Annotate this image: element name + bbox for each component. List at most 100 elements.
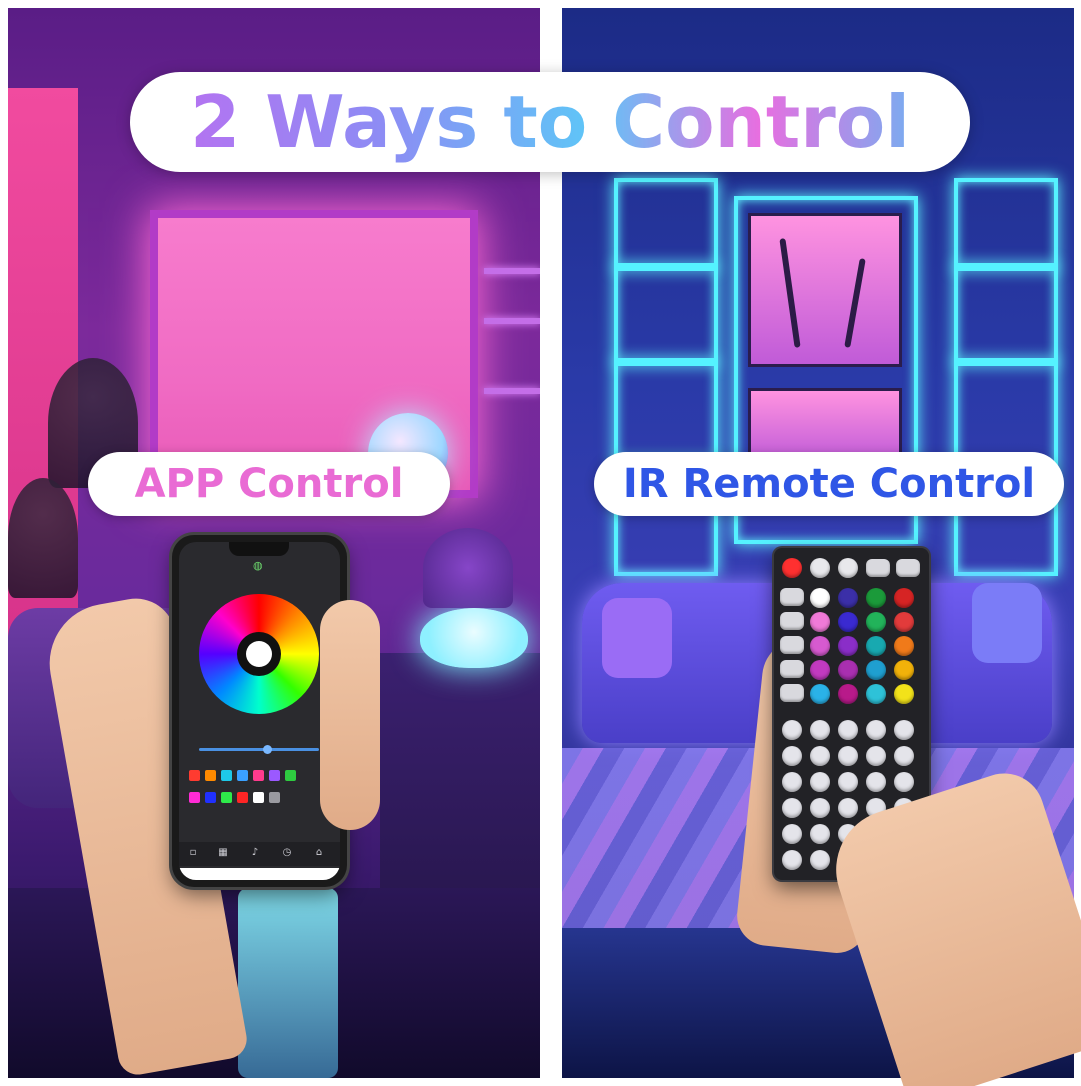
- mode-button[interactable]: [810, 850, 830, 870]
- lightbulb-icon: ◍: [253, 559, 263, 572]
- color-swatch[interactable]: [237, 792, 248, 803]
- remote-button[interactable]: [896, 559, 920, 577]
- home-icon[interactable]: ⌂: [313, 847, 325, 859]
- mode-button[interactable]: [782, 746, 802, 766]
- nav-icon[interactable]: ◷: [281, 847, 293, 859]
- color-button[interactable]: [894, 660, 914, 680]
- color-swatch[interactable]: [205, 770, 216, 781]
- remote-button[interactable]: [866, 559, 890, 577]
- ir-remote-control-label: IR Remote Control: [594, 452, 1064, 516]
- color-button[interactable]: [838, 636, 858, 656]
- color-swatch[interactable]: [253, 792, 264, 803]
- color-button[interactable]: [866, 636, 886, 656]
- mode-button[interactable]: [810, 746, 830, 766]
- color-swatch[interactable]: [205, 792, 216, 803]
- plant: [8, 478, 78, 598]
- page-title: 2 Ways to Control: [130, 72, 970, 172]
- color-button[interactable]: [838, 660, 858, 680]
- mode-button[interactable]: [838, 798, 858, 818]
- cushion: [602, 598, 672, 678]
- nav-icon[interactable]: ▦: [217, 847, 229, 859]
- app-bottom-nav: ▫ ▦ ♪ ◷ ⌂: [179, 842, 340, 866]
- palm-art-print: [748, 213, 902, 367]
- slider-knob[interactable]: [263, 745, 272, 754]
- nav-icon[interactable]: ♪: [249, 847, 261, 859]
- color-wheel-center: [246, 641, 272, 667]
- phone-notch: [229, 542, 289, 556]
- glowing-pedestal: [238, 888, 338, 1078]
- color-swatch[interactable]: [237, 770, 248, 781]
- color-button[interactable]: [894, 684, 914, 704]
- remote-button[interactable]: [780, 660, 804, 678]
- mode-button[interactable]: [838, 772, 858, 792]
- remote-button[interactable]: [838, 558, 858, 578]
- color-button[interactable]: [810, 660, 830, 680]
- color-swatch[interactable]: [221, 770, 232, 781]
- color-button[interactable]: [810, 636, 830, 656]
- mode-button[interactable]: [782, 772, 802, 792]
- color-swatch[interactable]: [189, 792, 200, 803]
- color-button[interactable]: [894, 612, 914, 632]
- cushion: [972, 583, 1042, 663]
- color-wheel[interactable]: [199, 594, 319, 714]
- neon-shelf-left: [614, 178, 718, 576]
- color-button[interactable]: [866, 612, 886, 632]
- mode-button[interactable]: [782, 798, 802, 818]
- mode-button[interactable]: [810, 798, 830, 818]
- neon-shelf-divider: [954, 358, 1058, 366]
- remote-button[interactable]: [780, 612, 804, 630]
- color-button[interactable]: [866, 660, 886, 680]
- remote-button[interactable]: [810, 558, 830, 578]
- mode-button[interactable]: [810, 824, 830, 844]
- mode-button[interactable]: [810, 720, 830, 740]
- white-button[interactable]: [810, 588, 830, 608]
- wall-shelf: [484, 268, 540, 274]
- color-button[interactable]: [838, 588, 858, 608]
- mode-button[interactable]: [894, 772, 914, 792]
- color-button[interactable]: [866, 684, 886, 704]
- color-swatch[interactable]: [221, 792, 232, 803]
- color-button[interactable]: [838, 612, 858, 632]
- remote-button[interactable]: [780, 588, 804, 606]
- brightness-slider[interactable]: [199, 745, 319, 754]
- color-wheel-ring: [237, 632, 281, 676]
- mode-button[interactable]: [894, 746, 914, 766]
- mode-button[interactable]: [838, 746, 858, 766]
- neon-shelf-divider: [614, 263, 718, 271]
- color-swatch[interactable]: [285, 770, 296, 781]
- neon-shelf-divider: [614, 358, 718, 366]
- mode-button[interactable]: [782, 824, 802, 844]
- nav-icon[interactable]: ▫: [187, 847, 199, 859]
- color-swatch[interactable]: [253, 770, 264, 781]
- mode-button[interactable]: [894, 720, 914, 740]
- color-swatch[interactable]: [269, 770, 280, 781]
- mode-button[interactable]: [866, 772, 886, 792]
- mode-button[interactable]: [810, 772, 830, 792]
- power-icon[interactable]: [782, 558, 802, 578]
- product-image: ◍ ▫ ▦ ♪ ◷ ⌂ 2 Ways to Control APP Contro…: [0, 0, 1081, 1086]
- color-swatch[interactable]: [189, 770, 200, 781]
- remote-button[interactable]: [780, 684, 804, 702]
- color-button[interactable]: [894, 588, 914, 608]
- mode-button[interactable]: [782, 720, 802, 740]
- mode-button[interactable]: [782, 850, 802, 870]
- mode-button[interactable]: [866, 746, 886, 766]
- phone-home-bar: [179, 868, 340, 880]
- neon-shelf-right: [954, 178, 1058, 576]
- mode-button[interactable]: [866, 720, 886, 740]
- app-screen: ◍ ▫ ▦ ♪ ◷ ⌂: [179, 542, 340, 880]
- title-banner: 2 Ways to Control: [130, 72, 970, 172]
- color-button[interactable]: [894, 636, 914, 656]
- color-button[interactable]: [866, 588, 886, 608]
- color-button[interactable]: [838, 684, 858, 704]
- glowing-table-lamp: [420, 608, 528, 668]
- color-swatch[interactable]: [269, 792, 280, 803]
- left-fingers: [320, 600, 380, 830]
- mode-button[interactable]: [838, 720, 858, 740]
- remote-button[interactable]: [780, 636, 804, 654]
- color-button[interactable]: [810, 612, 830, 632]
- neon-shelf-divider: [954, 263, 1058, 271]
- wall-shelf: [484, 388, 540, 394]
- wall-shelf: [484, 318, 540, 324]
- color-button[interactable]: [810, 684, 830, 704]
